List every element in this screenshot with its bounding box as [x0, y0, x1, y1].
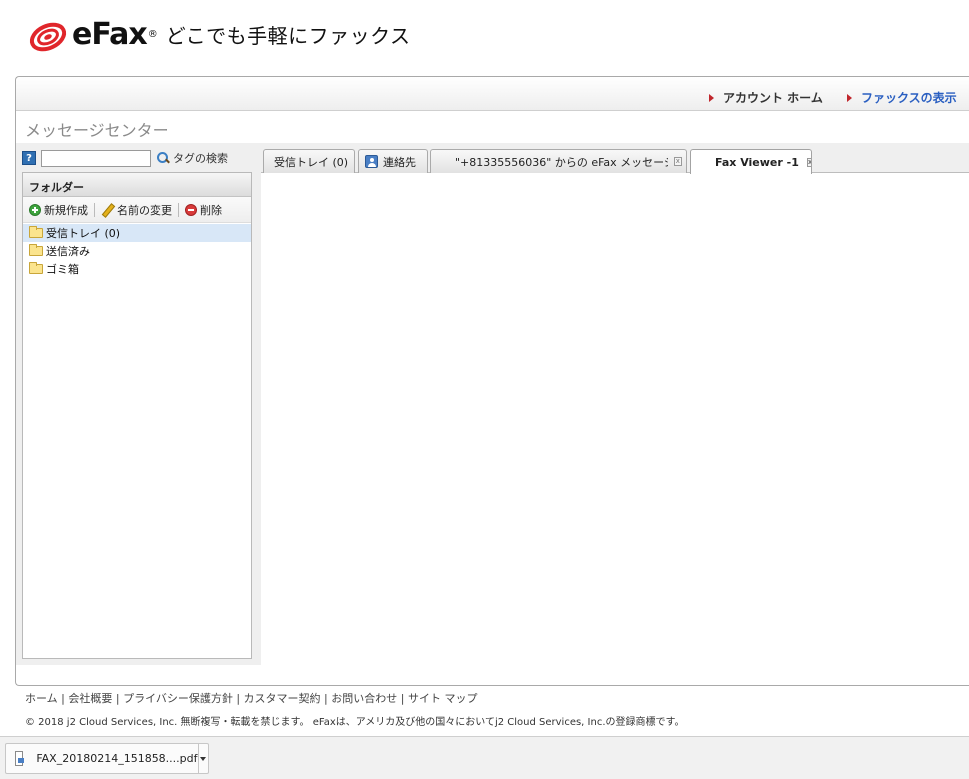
left-panel: ? タグの検索 フォルダー 新規作成 名前の変更 削除 受信トレイ (0) 送信… [16, 143, 261, 665]
folder-item-trash[interactable]: ゴミ箱 [23, 260, 251, 278]
new-folder-button[interactable]: 新規作成 [29, 202, 88, 218]
folder-header: フォルダー [23, 173, 251, 197]
nav-account-home-label: アカウント ホーム [723, 91, 823, 105]
pencil-icon [101, 204, 113, 216]
footer-copyright: © 2018 j2 Cloud Services, Inc. 無断複写・転載を禁… [25, 717, 685, 728]
download-filename: FAX_20180214_151858....pdf [36, 752, 198, 765]
folder-item-label: ゴミ箱 [46, 263, 79, 276]
tab-inbox[interactable]: 受信トレイ (0) [263, 149, 355, 173]
footer-links[interactable]: ホーム | 会社概要 | プライバシー保護方針 | カスタマー契約 | お問い合… [25, 690, 477, 706]
folder-icon [29, 244, 43, 256]
delete-folder-button[interactable]: 削除 [185, 202, 222, 218]
delete-icon [185, 203, 197, 216]
search-icon [156, 151, 170, 165]
fax-viewer-content [261, 174, 969, 665]
tab-bar: 受信トレイ (0) 連絡先 "+81335556036" からの eFax メッ… [261, 143, 969, 174]
download-item[interactable]: FAX_20180214_151858....pdf [5, 743, 209, 774]
toolbar-divider [94, 202, 95, 217]
folder-panel: フォルダー 新規作成 名前の変更 削除 受信トレイ (0) 送信済み ゴミ箱 [22, 172, 252, 659]
tag-search-row: ? タグの検索 [22, 149, 228, 167]
folder-toolbar: 新規作成 名前の変更 削除 [23, 197, 251, 223]
tab-label: Fax Viewer -1 [715, 155, 799, 169]
page-title: メッセージセンター [25, 121, 169, 140]
rename-folder-button[interactable]: 名前の変更 [101, 202, 172, 218]
tab-label: 受信トレイ (0) [274, 155, 349, 169]
folder-icon [29, 226, 43, 238]
tab-label: "+81335556036" からの eFax メッセージ... [455, 155, 668, 169]
tab-contacts[interactable]: 連絡先 [358, 149, 428, 173]
pdf-file-icon [15, 751, 25, 766]
tab-label: 連絡先 [383, 155, 416, 169]
top-nav: アカウント ホーム ファックスの表示 [16, 77, 969, 111]
efax-swoosh-icon [28, 15, 72, 53]
efax-logo: eFax ® どこでも手軽にファックス [28, 12, 411, 56]
tag-search-button[interactable]: タグの検索 [156, 150, 228, 166]
nav-view-faxes-label: ファックスの表示 [861, 91, 957, 105]
folder-item-label: 送信済み [46, 245, 90, 258]
download-menu-button[interactable] [197, 744, 208, 773]
rename-folder-label: 名前の変更 [117, 203, 172, 217]
message-center-frame: アカウント ホーム ファックスの表示 メッセージセンター ? タグの検索 フォル… [15, 76, 969, 686]
nav-view-faxes[interactable]: ファックスの表示 [847, 89, 957, 106]
tag-search-input[interactable] [41, 149, 151, 167]
folder-item-label: 受信トレイ (0) [46, 227, 121, 240]
nav-account-home[interactable]: アカウント ホーム [709, 89, 823, 106]
toolbar-divider [178, 202, 179, 217]
folder-item-sent[interactable]: 送信済み [23, 242, 251, 260]
help-icon[interactable]: ? [22, 151, 36, 165]
arrow-right-icon [847, 93, 852, 102]
folder-icon [29, 262, 43, 274]
new-folder-label: 新規作成 [44, 203, 88, 217]
logo-tagline: どこでも手軽にファックス [165, 23, 411, 48]
add-icon [29, 203, 41, 216]
chevron-down-icon [200, 756, 207, 761]
download-bar: FAX_20180214_151858....pdf [0, 736, 969, 779]
folder-item-inbox[interactable]: 受信トレイ (0) [23, 224, 251, 242]
tag-search-label: タグの検索 [173, 152, 228, 165]
arrow-right-icon [709, 93, 714, 102]
folder-list: 受信トレイ (0) 送信済み ゴミ箱 [23, 223, 251, 278]
logo-text: eFax [72, 16, 148, 52]
tab-fax-message[interactable]: "+81335556036" からの eFax メッセージ... x [430, 149, 687, 173]
contact-icon [365, 155, 378, 168]
delete-folder-label: 削除 [200, 203, 222, 217]
close-icon[interactable]: x [806, 157, 811, 167]
registered-mark: ® [147, 28, 158, 40]
tab-fax-viewer[interactable]: Fax Viewer -1 x [690, 149, 812, 174]
close-icon[interactable]: x [673, 157, 682, 166]
